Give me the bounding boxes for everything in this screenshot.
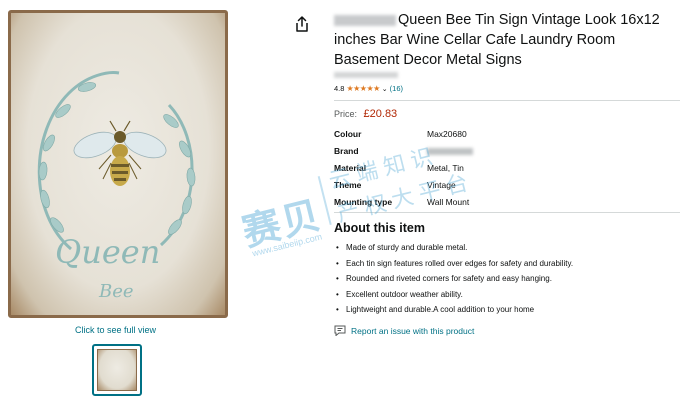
spec-value: Vintage: [427, 180, 456, 190]
chevron-down-icon[interactable]: ⌄: [382, 85, 388, 93]
about-heading: About this item: [334, 221, 425, 235]
list-item: Each tin sign features rolled over edges…: [334, 256, 680, 272]
watermark-brand: 赛贝: [238, 194, 327, 255]
price-label: Price:: [334, 109, 358, 119]
spec-row-colour: Colour Max20680: [334, 129, 467, 139]
divider: [334, 100, 680, 101]
spec-value: Wall Mount: [427, 197, 470, 207]
rating-row[interactable]: 4.8 ★★★★★ ⌄ (16): [334, 84, 403, 93]
share-icon[interactable]: [295, 16, 309, 32]
thumbnail-image[interactable]: [92, 344, 142, 396]
product-main-image[interactable]: Queen Bee: [8, 10, 228, 318]
spec-row-mounting-type: Mounting type Wall Mount: [334, 197, 469, 207]
watermark-divider: [317, 176, 332, 226]
report-issue-text[interactable]: Report an issue with this product: [351, 326, 474, 336]
about-bullet-list: Made of sturdy and durable metal. Each t…: [334, 240, 680, 318]
store-link-blurred[interactable]: [334, 72, 398, 78]
spec-value-blurred: [427, 148, 473, 156]
rating-count[interactable]: (16): [390, 84, 403, 93]
bee-sign-artwork: Queen Bee: [37, 71, 196, 302]
report-issue-link[interactable]: Report an issue with this product: [334, 325, 474, 336]
product-title: Queen Bee Tin Sign Vintage Look 16x12 in…: [334, 10, 674, 70]
list-item: Excellent outdoor weather ability.: [334, 287, 680, 303]
report-icon: [334, 325, 346, 336]
sign-text-bee: Bee: [98, 281, 134, 302]
spec-value: Metal, Tin: [427, 163, 464, 173]
list-item: Rounded and riveted corners for safety a…: [334, 271, 680, 287]
spec-key: Colour: [334, 129, 362, 139]
spec-key: Brand: [334, 146, 359, 156]
spec-row-material: Material Metal, Tin: [334, 163, 464, 173]
price-value: £20.83: [363, 108, 398, 120]
spec-row-theme: Theme Vintage: [334, 180, 456, 190]
sign-text-queen: Queen: [55, 233, 160, 271]
spec-key: Mounting type: [334, 197, 393, 207]
rating-value: 4.8: [334, 84, 345, 93]
list-item: Made of sturdy and durable metal.: [334, 240, 680, 256]
list-item: Lightweight and durable.A cool addition …: [334, 302, 680, 318]
blurred-brand-name: [334, 14, 396, 26]
watermark-line-2: 产权大平台: [334, 168, 477, 227]
star-icon: ★★★★★: [346, 84, 380, 93]
spec-row-brand: Brand: [334, 146, 473, 156]
price-row: Price: £20.83: [334, 108, 397, 120]
divider: [334, 212, 680, 213]
watermark-url: www.saibeiip.com: [251, 231, 324, 259]
spec-key: Theme: [334, 180, 362, 190]
spec-key: Material: [334, 163, 367, 173]
full-view-link[interactable]: Click to see full view: [75, 325, 156, 335]
thumbnail-preview: [97, 349, 137, 391]
spec-value: Max20680: [427, 129, 467, 139]
